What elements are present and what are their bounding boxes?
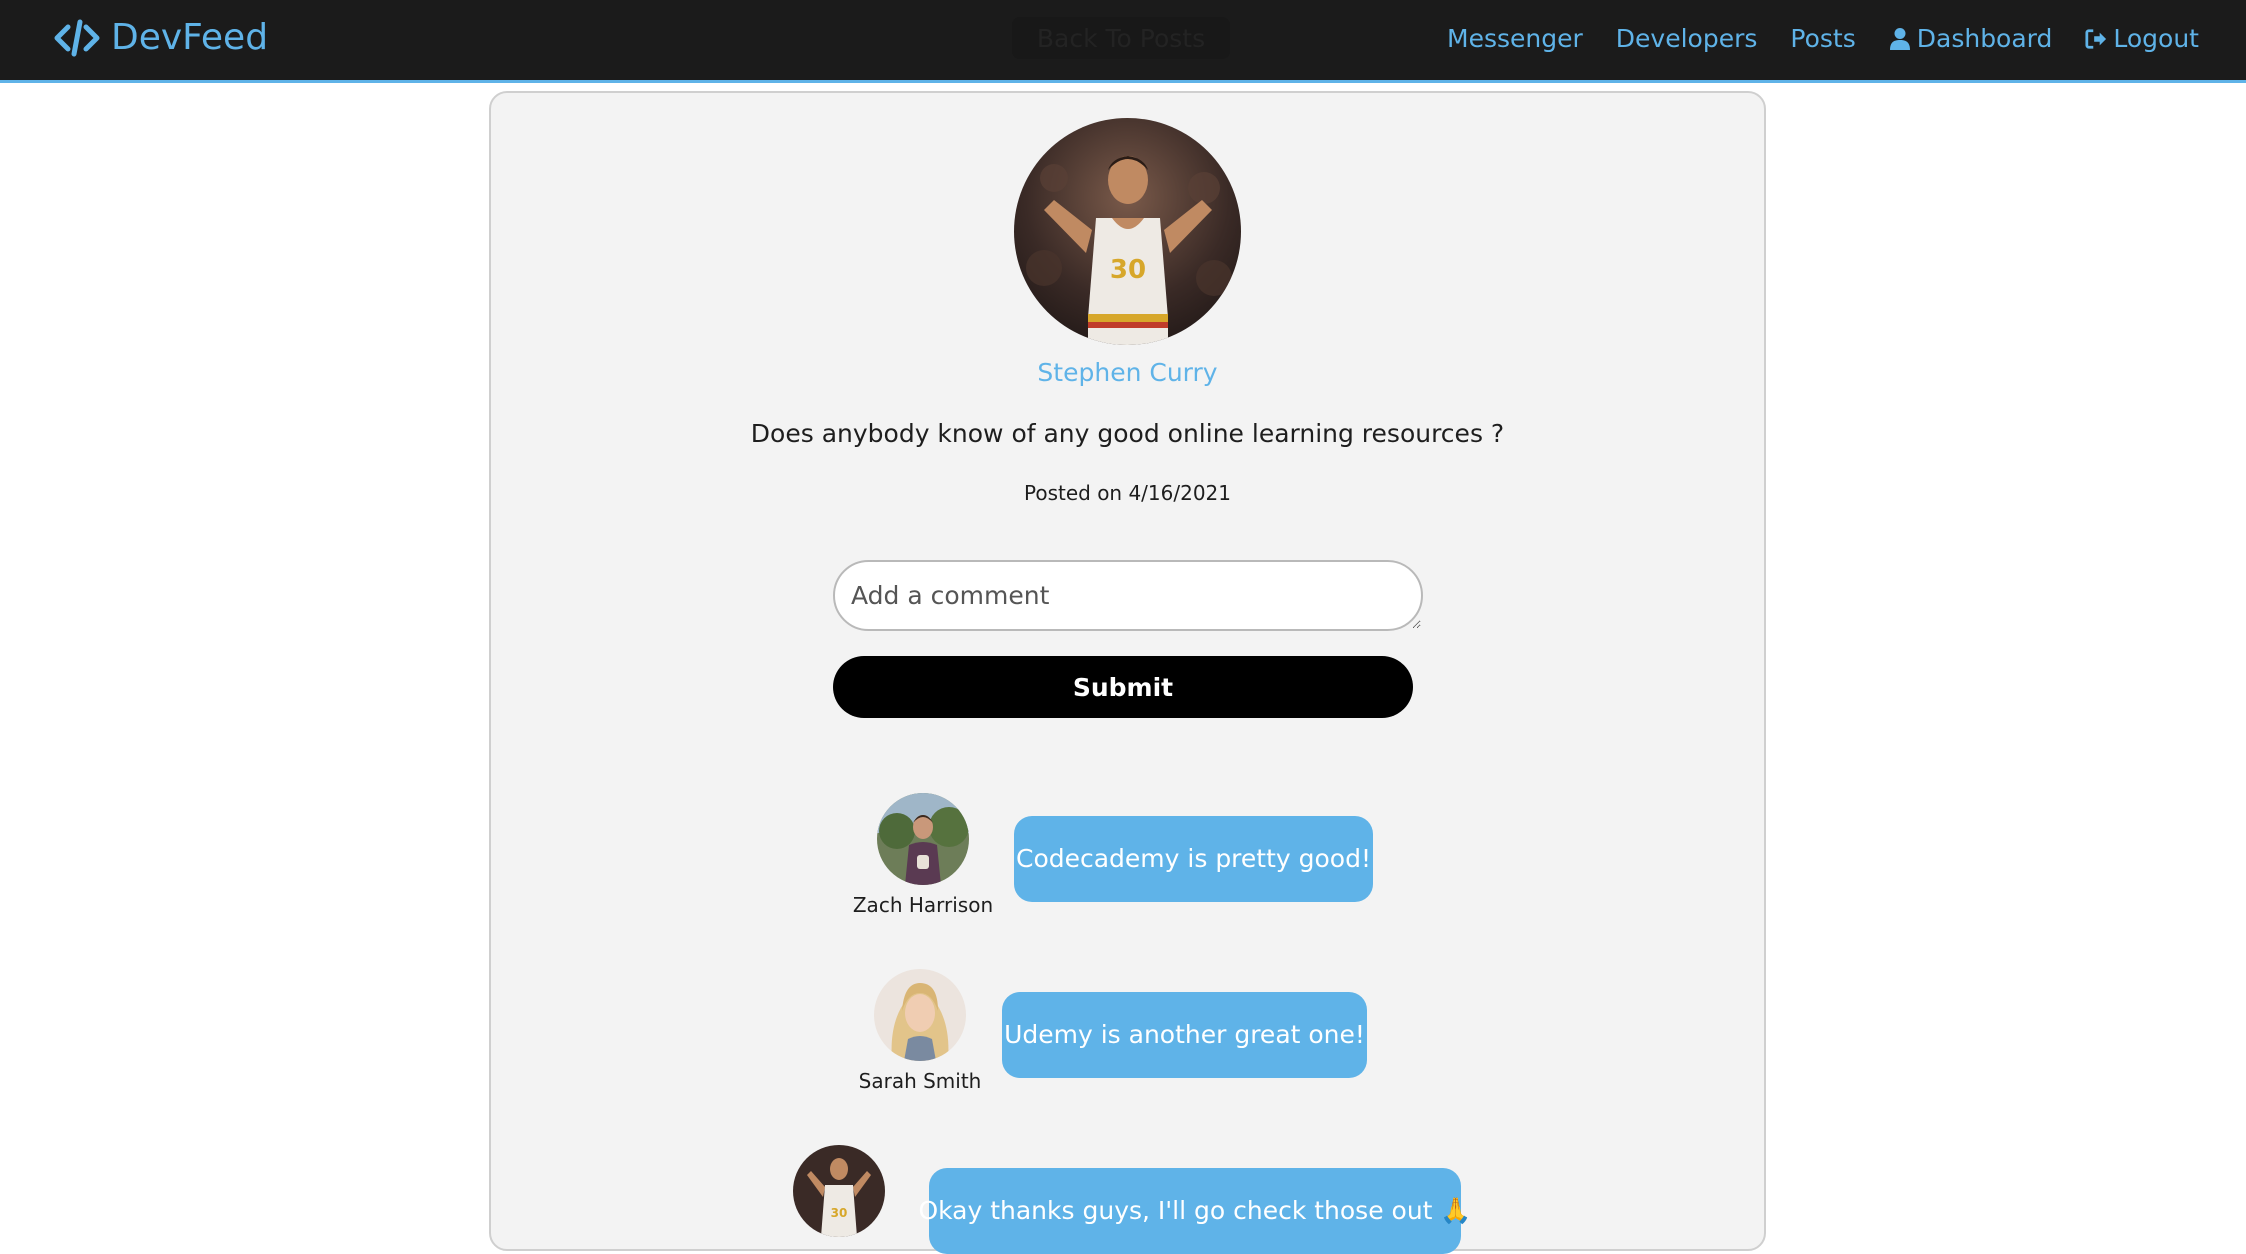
nav-link-logout[interactable]: Logout: [2085, 20, 2199, 58]
code-icon: [54, 19, 100, 57]
post-text: Does anybody know of any good online lea…: [750, 419, 1505, 448]
nav-link-dashboard[interactable]: Dashboard: [1889, 20, 2053, 58]
nav-link-developers[interactable]: Developers: [1616, 20, 1758, 58]
sign-out-icon: [2085, 29, 2107, 49]
nav-link-messenger[interactable]: Messenger: [1447, 20, 1583, 58]
comment-input[interactable]: [833, 560, 1423, 631]
comment-author-name: Sarah Smith: [858, 1069, 982, 1093]
navbar: DevFeed Back To Posts Messenger Develope…: [0, 0, 2246, 83]
comment-avatar[interactable]: [877, 793, 969, 885]
nav-link-dashboard-label: Dashboard: [1916, 24, 2053, 53]
brand-name: DevFeed: [111, 17, 269, 58]
svg-text:30: 30: [1110, 255, 1146, 285]
post-date: Posted on 4/16/2021: [1023, 481, 1232, 505]
brand-logo[interactable]: DevFeed: [54, 16, 268, 60]
post-author-avatar[interactable]: 30: [1014, 118, 1241, 345]
submit-comment-button[interactable]: Submit: [833, 656, 1413, 718]
comment-author-name: Zach Harrison: [852, 893, 994, 917]
back-to-posts-button[interactable]: Back To Posts: [1012, 17, 1230, 59]
comment-bubble: Codecademy is pretty good!: [1014, 816, 1373, 902]
svg-text:30: 30: [831, 1206, 848, 1220]
comment-avatar[interactable]: 30: [793, 1145, 885, 1237]
comment-bubble: Okay thanks guys, I'll go check those ou…: [918, 1168, 1472, 1254]
nav-link-logout-label: Logout: [2113, 24, 2199, 53]
comment-avatar[interactable]: [874, 969, 966, 1061]
post-author-name[interactable]: Stephen Curry: [491, 355, 1764, 391]
nav-link-posts[interactable]: Posts: [1790, 20, 1855, 58]
nav-links: Messenger Developers Posts Dashboard Log…: [1447, 20, 2199, 58]
user-icon: [1889, 28, 1910, 50]
comment-bubble: Udemy is another great one!: [1002, 992, 1367, 1078]
post-card: 30 Stephen Curry Does anybody know of an…: [489, 91, 1766, 1254]
